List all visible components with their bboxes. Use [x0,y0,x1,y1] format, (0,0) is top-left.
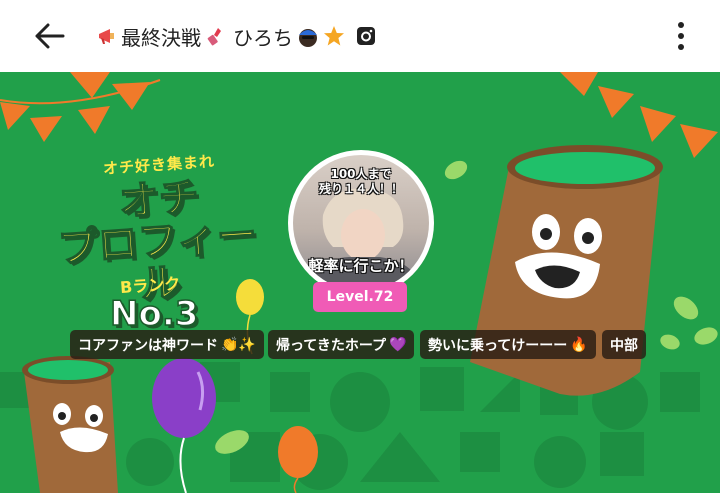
level-badge: Level.72 [313,282,407,312]
arrow-left-icon [35,23,65,49]
fire-icon: 🔥 [570,336,588,353]
star-icon [323,25,345,47]
clap-sparkle-icon: 👏✨ [221,336,256,353]
kebab-dot [678,22,684,28]
avatar-caption-top-1: 100人まで [330,167,392,181]
kebab-dot [678,33,684,39]
lipstick-icon [204,25,226,47]
avatar-caption-top-2: 残り１４人！！ [318,182,403,196]
tag-chip-momentum[interactable]: 勢いに乗ってけーーー 🔥 [420,330,596,359]
purple-heart-icon: 💜 [389,336,407,353]
face-cap-icon [296,24,320,48]
rank-number: No.3 [109,293,199,335]
tag-chip-label: 勢いに乗ってけーーー [428,337,568,354]
app-bar: 最終決戦 ひろち [0,0,720,72]
avatar-caption-bottom: 軽率に行こか！ [308,257,414,275]
megaphone-icon [96,25,118,47]
tag-chip-returned-hope[interactable]: 帰ってきたホープ 💜 [268,330,415,359]
tag-chip-core-fan[interactable]: コアファンは神ワード 👏✨ [70,330,264,359]
tag-chip-region[interactable]: 中部 [602,330,646,359]
profile-title: 最終決戦 ひろち [96,18,376,54]
tag-chip-label: 中部 [610,337,638,354]
more-options-button[interactable] [668,16,694,56]
tag-chip-label: コアファンは神ワード [78,337,218,354]
profile-banner: オチ好き集まれ オチ プロフィール Bランク No.3 100人まで 残り１４人… [0,72,720,493]
back-button[interactable] [30,18,70,54]
title-suffix: ひろち [233,25,293,50]
title-text: 最終決戦 [121,25,201,50]
avatar-image: 100人まで 残り１４人！！ 軽率に行こか！ [293,155,429,291]
instagram-icon[interactable] [356,26,376,46]
tag-chip-label: 帰ってきたホープ [276,337,387,354]
avatar-caption-top: 100人まで 残り１４人！！ [303,167,419,197]
avatar[interactable]: 100人まで 残り１４人！！ 軽率に行こか！ [288,150,434,296]
kebab-dot [678,44,684,50]
